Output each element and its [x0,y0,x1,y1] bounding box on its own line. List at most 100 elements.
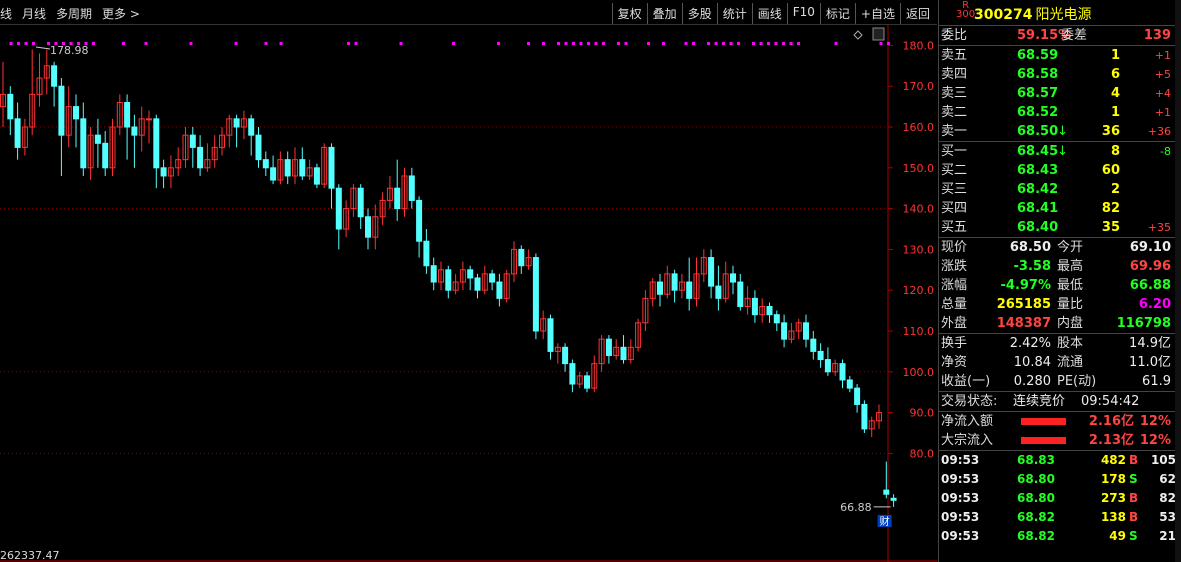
quote-row: 总量 265185 量比 6.20 [939,295,1176,314]
sell-price: 68.50 [1017,124,1059,139]
toolbar-button-8[interactable]: 返回 [899,3,935,24]
trade-time: 09:53 [941,472,980,486]
toolbar-button-4[interactable]: 画线 [751,3,787,24]
sell-volume: 4 [1110,86,1120,101]
toolbar-button-6[interactable]: 标记 [819,3,855,24]
period-tab-3[interactable]: 更多 > [102,7,140,21]
signal-marker [789,42,793,45]
quote-value: 148387 [996,316,1051,331]
trade-status-time: 09:54:42 [1081,394,1140,409]
quote-value: 68.50 [1009,240,1051,255]
sell-level-row[interactable]: 卖三 68.57 4 +4 [939,84,1176,103]
candle-body [131,126,138,136]
candle-body [773,314,780,324]
fund-label: 股本 [1057,336,1084,351]
signal-marker [692,42,695,45]
flow-pct: 12% [1139,414,1171,429]
candle-body [80,118,87,169]
fund-row: 换手 2.42% 股本 14.9亿 [939,334,1176,353]
trade-count: 21 [1159,529,1176,543]
candle-body [467,269,474,279]
candle-body [737,281,744,308]
buy-level-row[interactable]: 买一 68.45 ↓ 8 -8 [939,142,1176,161]
signal-marker [527,42,530,45]
candle-body [839,363,846,381]
sell-change: +36 [1147,125,1171,138]
sell-orders: 卖五 68.59 1 +1 卖四 68.58 6 +5 卖三 68.57 4 +4 卖二 68.52 1 +1… [939,46,1176,142]
candle-body [284,159,291,177]
buy-level-row[interactable]: 买五 68.40 35 +35 [939,218,1176,237]
buy-change: -8 [1160,145,1171,158]
toolbar-button-0[interactable]: 复权 [611,3,647,24]
flow-row: 净流入额 2.16亿 12% [939,412,1176,431]
high-pointer-line [35,46,51,50]
buy-level-label: 买二 [941,163,968,178]
sell-volume: 6 [1110,67,1120,82]
buy-volume: 8 [1110,144,1120,159]
period-tab-0[interactable]: 线 [0,7,12,21]
candle-body [416,199,423,242]
quote-label: 今开 [1057,240,1084,255]
toolbar-button-2[interactable]: 多股 [681,3,717,24]
sell-level-row[interactable]: 卖一 68.50 ↓ 36 +36 [939,122,1176,141]
trade-status-row: 交易状态: 连续竞价 09:54:42 [939,392,1176,412]
fund-value: 61.9 [1142,374,1171,389]
sell-level-row[interactable]: 卖四 68.58 6 +5 [939,65,1176,84]
sell-level-label: 卖三 [941,86,968,101]
signal-marker [737,42,740,45]
candle-body [58,85,65,136]
stock-title[interactable]: 300274 阳光电源 [974,4,1091,24]
candle-body [233,118,240,128]
flow-pct: 12% [1139,433,1171,448]
quote-label: 内盘 [1057,316,1084,331]
candle-body [489,273,496,283]
candle-body [751,297,758,316]
toolbar-button-1[interactable]: 叠加 [646,3,682,24]
sell-price: 68.58 [1017,67,1059,82]
weibi-label: 委比 [941,28,968,43]
signal-marker [834,42,838,45]
candle-body [408,175,415,201]
candle-body [810,338,817,352]
sell-level-row[interactable]: 卖二 68.52 1 +1 [939,103,1176,122]
buy-level-row[interactable]: 买三 68.42 2 [939,180,1176,199]
y-tick-label: 160.0 [903,121,935,134]
y-tick-label: 140.0 [903,203,935,216]
sell-down-arrow-icon: ↓ [1057,124,1068,139]
signal-marker [752,42,755,45]
period-tab-2[interactable]: 多周期 [56,7,92,21]
trade-volume: 138 [1100,510,1126,524]
sell-change: +4 [1154,87,1171,100]
candle-body [584,375,590,389]
toolbar-button-3[interactable]: 统计 [716,3,752,24]
candle-body [766,306,773,316]
y-tick-label: 120.0 [903,284,935,297]
trade-count: 82 [1159,491,1176,505]
buy-level-row[interactable]: 买二 68.43 60 [939,161,1176,180]
candle-body [824,359,831,373]
sell-price: 68.59 [1017,48,1059,63]
trade-side: S [1129,472,1138,486]
fund-label: PE(动) [1057,374,1097,389]
signal-marker [714,42,718,45]
buy-price: 68.40 [1017,220,1059,235]
quote-row: 外盘 148387 内盘 116798 [939,314,1176,333]
buy-level-row[interactable]: 买四 68.41 82 [939,199,1176,218]
tick-trades[interactable]: 09:53 68.83 482 B 105 09:53 68.80 178 S 62 09:53 68… [939,451,1176,546]
kline-chart[interactable]: 180.0 170.0 160.0 150.0 140.0 130.0 120.0 110.0… [0,25,937,562]
period-tab-1[interactable]: 月线 [22,7,46,21]
toolbar-button-5[interactable]: F10 [786,3,820,24]
trade-volume: 49 [1109,529,1126,543]
trade-count: 62 [1159,472,1176,486]
candle-body [605,338,612,356]
sell-level-row[interactable]: 卖五 68.59 1 +1 [939,46,1176,65]
candle-body [781,322,788,340]
candle-body [7,93,14,120]
candle-body [708,257,715,287]
fund-row: 净资 10.84 流通 11.0亿 [939,353,1176,372]
y-tick-label: 90.0 [910,407,935,420]
buy-volume: 82 [1101,201,1120,216]
toolbar-button-7[interactable]: +自选 [854,3,900,24]
candle-body [197,146,204,169]
candle-body [445,269,452,291]
